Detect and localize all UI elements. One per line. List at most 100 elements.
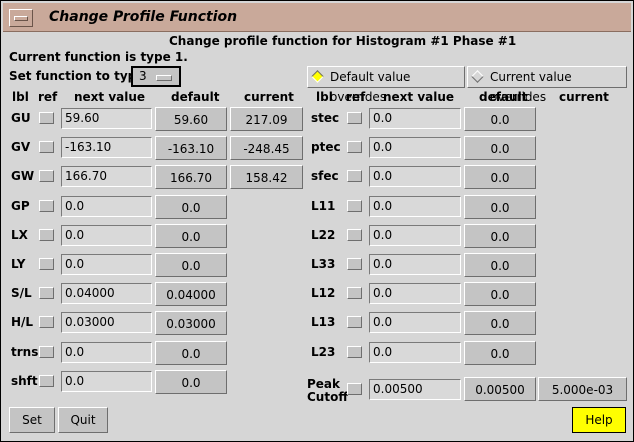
param-label: trns <box>11 344 39 359</box>
profile-function-window: Change Profile Function Change profile f… <box>0 0 634 442</box>
peak-current-button[interactable]: 5.000e-03 <box>538 377 627 401</box>
next-value-input[interactable]: 0.0 <box>369 108 461 129</box>
ref-checkbox[interactable] <box>347 228 362 241</box>
col-lbl-right: lbl <box>316 90 333 104</box>
default-value-button[interactable]: 0.0 <box>464 107 536 131</box>
window-menu-button[interactable] <box>9 9 33 27</box>
ref-checkbox[interactable] <box>347 258 362 270</box>
ref-checkbox[interactable] <box>347 316 362 329</box>
current-value-button[interactable]: -248.45 <box>230 136 303 161</box>
next-value-input[interactable]: 0.04000 <box>61 283 152 305</box>
ref-checkbox[interactable] <box>39 141 54 154</box>
ref-checkbox[interactable] <box>347 112 362 124</box>
default-value-button[interactable]: 0.04000 <box>155 282 227 307</box>
ref-checkbox[interactable] <box>39 316 54 329</box>
default-value-button[interactable]: 0.0 <box>155 369 227 394</box>
default-value-button[interactable]: 0.0 <box>155 223 227 248</box>
next-value-input[interactable]: 0.0 <box>61 224 152 246</box>
next-value-input[interactable]: 0.0 <box>369 341 461 363</box>
quit-button[interactable]: Quit <box>58 407 108 433</box>
param-label: L23 <box>311 344 336 359</box>
default-value-button[interactable]: 0.0 <box>155 253 227 277</box>
option-menu-icon <box>156 75 172 81</box>
ref-checkbox[interactable] <box>347 345 362 358</box>
col-next-left: next value <box>74 90 146 104</box>
col-default-left: default <box>171 90 220 104</box>
next-value-input[interactable]: 0.03000 <box>61 312 152 334</box>
help-button[interactable]: Help <box>572 407 626 433</box>
next-value-input[interactable]: 0.0 <box>369 224 461 246</box>
col-default-right: default <box>479 90 528 104</box>
next-value-input[interactable]: 0.0 <box>369 166 461 188</box>
peak-ref-checkbox[interactable] <box>347 383 362 395</box>
param-label: LY <box>11 257 26 271</box>
default-overrides-radio[interactable]: Default value overrides <box>307 66 465 104</box>
param-label: GW <box>11 169 35 184</box>
default-value-button[interactable]: 0.0 <box>464 136 536 161</box>
ref-checkbox[interactable] <box>39 199 54 212</box>
ref-checkbox[interactable] <box>39 287 54 300</box>
default-value-button[interactable]: 59.60 <box>155 107 227 131</box>
default-value-button[interactable]: 0.0 <box>464 340 536 365</box>
next-value-input[interactable]: 0.0 <box>61 341 152 363</box>
set-button[interactable]: Set <box>9 407 55 433</box>
next-value-input[interactable]: 166.70 <box>61 166 152 188</box>
ref-checkbox[interactable] <box>39 345 54 358</box>
default-value-button[interactable]: 0.0 <box>464 165 536 190</box>
ref-checkbox[interactable] <box>39 112 54 124</box>
current-function-text: Current function is type 1. <box>9 50 188 64</box>
default-value-button[interactable]: 0.0 <box>155 194 227 219</box>
ref-checkbox[interactable] <box>347 141 362 154</box>
col-ref-left: ref <box>38 90 58 104</box>
next-value-input[interactable]: 0.0 <box>369 195 461 217</box>
param-label: S/L <box>11 286 32 301</box>
dialog-subtitle: Change profile function for Histogram #1… <box>169 34 517 48</box>
peak-next-input[interactable]: 0.00500 <box>369 379 461 400</box>
col-next-right: next value <box>383 90 455 104</box>
function-type-menu[interactable]: 3 <box>131 66 181 87</box>
param-label: L11 <box>311 198 336 213</box>
current-value-button[interactable]: 217.09 <box>230 107 303 131</box>
next-value-input[interactable]: 0.0 <box>369 137 461 159</box>
set-type-label: Set function to type <box>9 69 145 83</box>
ref-checkbox[interactable] <box>347 199 362 212</box>
param-label: ptec <box>311 140 341 155</box>
col-current-left: current <box>244 90 294 104</box>
param-label: shft <box>11 373 38 388</box>
default-value-button[interactable]: 0.0 <box>464 282 536 307</box>
default-value-button[interactable]: 0.0 <box>464 253 536 277</box>
ref-checkbox[interactable] <box>39 374 54 387</box>
param-label: L12 <box>311 286 336 301</box>
default-value-button[interactable]: 0.0 <box>464 311 536 336</box>
next-value-input[interactable]: 59.60 <box>61 108 152 129</box>
col-ref-right: ref <box>346 90 366 104</box>
current-overrides-radio[interactable]: Current value overrides <box>467 66 627 104</box>
next-value-input[interactable]: 0.0 <box>369 283 461 305</box>
default-value-button[interactable]: 0.0 <box>464 223 536 248</box>
current-value-button[interactable]: 158.42 <box>230 165 303 190</box>
default-value-button[interactable]: 0.0 <box>464 194 536 219</box>
next-value-input[interactable]: 0.0 <box>61 254 152 275</box>
ref-checkbox[interactable] <box>347 170 362 183</box>
default-value-button[interactable]: 166.70 <box>155 165 227 190</box>
ref-checkbox[interactable] <box>39 258 54 270</box>
param-label: L33 <box>311 257 336 271</box>
next-value-input[interactable]: 0.0 <box>61 195 152 217</box>
title-bar: Change Profile Function <box>3 3 631 32</box>
next-value-input[interactable]: 0.0 <box>369 254 461 275</box>
param-label: GV <box>11 140 31 155</box>
ref-checkbox[interactable] <box>39 170 54 183</box>
peak-default-button[interactable]: 0.00500 <box>464 377 536 401</box>
default-value-button[interactable]: -163.10 <box>155 136 227 161</box>
next-value-input[interactable]: 0.0 <box>61 370 152 392</box>
default-value-button[interactable]: 0.0 <box>155 340 227 365</box>
next-value-input[interactable]: 0.0 <box>369 312 461 334</box>
ref-checkbox[interactable] <box>39 228 54 241</box>
col-current-right: current <box>559 90 609 104</box>
peak-label: Peak <box>307 377 341 391</box>
ref-checkbox[interactable] <box>347 287 362 300</box>
param-label: stec <box>311 111 340 125</box>
cutoff-label: Cutoff <box>307 390 349 404</box>
default-value-button[interactable]: 0.03000 <box>155 311 227 336</box>
next-value-input[interactable]: -163.10 <box>61 137 152 159</box>
